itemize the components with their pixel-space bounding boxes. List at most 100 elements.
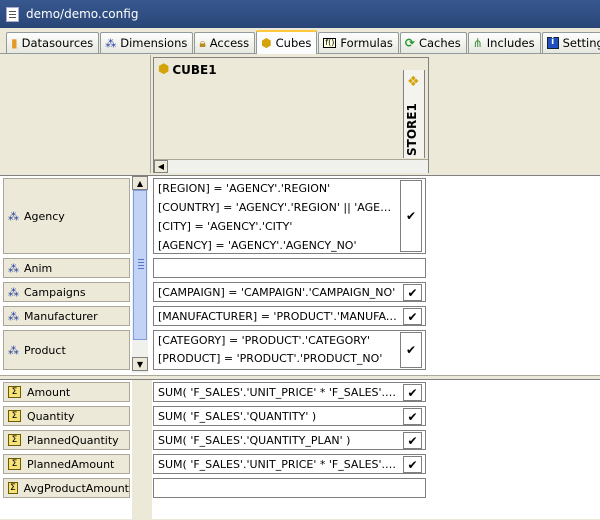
dimension-name: Agency [24, 209, 65, 223]
horizontal-scrollbar[interactable]: ◀ [154, 159, 428, 173]
formula-cell[interactable]: SUM( 'F_SALES'.'QUANTITY' ) ✔ [153, 406, 426, 426]
mapping-cell[interactable]: [MANUFACTURER] = 'PRODUCT'.'MANUFACTU...… [153, 306, 426, 326]
store-name: STORE1 [405, 103, 419, 156]
mapping-cell[interactable]: [CAMPAIGN] = 'CAMPAIGN'.'CAMPAIGN_NO' ✔ [153, 282, 426, 302]
mapping-line: [AGENCY] = 'AGENCY'.'AGENCY_NO' [158, 239, 357, 252]
formula-cell[interactable]: SUM( 'F_SALES'.'UNIT_PRICE' * 'F_SALES'.… [153, 454, 426, 474]
check-icon[interactable]: ✔ [403, 432, 422, 449]
tab-formulas[interactable]: f() Formulas [318, 32, 399, 53]
dimension-row[interactable]: ⁂ Manufacturer [3, 306, 130, 326]
dimensions-section: ⁂ Agency ⁂ Anim ⁂ Campaigns ⁂ Manufactur… [0, 175, 600, 375]
dimension-name: Manufacturer [24, 309, 98, 323]
mapping-line: [REGION] = 'AGENCY'.'REGION' [158, 182, 331, 195]
mapping-line: [CATEGORY] = 'PRODUCT'.'CATEGORY' [158, 334, 370, 347]
check-icon[interactable]: ✔ [403, 408, 422, 425]
formula-cell[interactable]: SUM( 'F_SALES'.'UNIT_PRICE' * 'F_SALES'.… [153, 382, 426, 402]
measures-section: Σ Amount Σ Quantity Σ PlannedQuantity Σ … [0, 379, 600, 520]
scroll-thumb[interactable] [133, 190, 147, 340]
sum-icon: Σ [8, 410, 21, 422]
cube-name: CUBE1 [172, 62, 217, 77]
tab-cubes[interactable]: ⬢ Cubes [256, 30, 318, 54]
formula-text: SUM( 'F_SALES'.'QUANTITY_PLAN' ) [158, 434, 351, 447]
empty-area [431, 55, 600, 173]
dimension-row[interactable]: ⁂ Product [3, 330, 130, 370]
dimension-icon: ⁂ [8, 309, 19, 323]
lock-icon: 🔒︎ [199, 36, 206, 50]
sum-icon: Σ [8, 458, 21, 470]
tab-label: Includes [486, 36, 535, 50]
tab-includes[interactable]: ⋔ Includes [467, 32, 541, 53]
dimension-name: Campaigns [24, 285, 86, 299]
mapping-cell[interactable]: [CATEGORY] = 'PRODUCT'.'CATEGORY' [PRODU… [153, 330, 426, 370]
dimension-name: Anim [24, 261, 53, 275]
window-title: demo/demo.config [26, 7, 139, 21]
header-corner [3, 55, 151, 173]
check-icon[interactable]: ✔ [400, 180, 422, 252]
mapping-line: [CITY] = 'AGENCY'.'CITY' [158, 220, 293, 233]
tab-label: Cubes [275, 36, 312, 50]
measure-name: AvgProductAmount [23, 481, 129, 495]
tab-settings[interactable]: iSettings [541, 32, 600, 53]
cube-panel: ⬢ CUBE1 ❖ STORE1 ◀ [153, 57, 429, 173]
tab-bar: ▮ Datasources ⁂ Dimensions 🔒︎ Access ⬢ Cubes… [0, 28, 600, 54]
window-titlebar: demo/demo.config [0, 0, 600, 28]
dimension-row[interactable]: ⁂ Agency [3, 178, 130, 254]
formula-icon: f() [323, 38, 337, 48]
tab-caches[interactable]: ⟳ Caches [399, 32, 467, 53]
info-icon: i [546, 37, 559, 49]
tab-label: Caches [418, 36, 461, 50]
check-icon[interactable]: ✔ [403, 456, 422, 473]
tab-dimensions[interactable]: ⁂ Dimensions [100, 32, 194, 53]
tab-label: Dimensions [120, 36, 188, 50]
measure-name: PlannedQuantity [27, 433, 119, 447]
mapping-line: [CAMPAIGN] = 'CAMPAIGN'.'CAMPAIGN_NO' [158, 286, 396, 299]
cache-icon: ⟳ [404, 36, 415, 50]
formula-cell-empty[interactable] [153, 478, 426, 498]
cube-icon: ⬢ [158, 62, 170, 77]
cube-icon: ⬢ [261, 36, 272, 50]
dimension-icon: ⁂ [8, 261, 19, 275]
tab-label: Datasources [21, 36, 94, 50]
tab-access[interactable]: 🔒︎ Access [194, 32, 256, 53]
includes-icon: ⋔ [472, 36, 483, 50]
formula-text: SUM( 'F_SALES'.'UNIT_PRICE' * 'F_SALES'.… [158, 386, 398, 399]
dimension-row[interactable]: ⁂ Anim [3, 258, 130, 278]
dimension-icon: ⁂ [105, 36, 117, 50]
dimension-name: Product [24, 343, 66, 357]
dimension-icon: ⁂ [8, 209, 19, 223]
dimension-row[interactable]: ⁂ Campaigns [3, 282, 130, 302]
scroll-left-icon[interactable]: ◀ [154, 160, 168, 173]
tab-label: Access [209, 36, 250, 50]
check-icon[interactable]: ✔ [403, 284, 422, 301]
cube-title: ⬢ CUBE1 [158, 62, 217, 77]
cube-editor: ⬢ CUBE1 ❖ STORE1 ◀ ⁂ Agency ⁂ Anim ⁂ Cam… [0, 55, 600, 520]
sum-icon: Σ [8, 482, 18, 494]
measures-gutter [132, 380, 152, 520]
measure-row[interactable]: Σ AvgProductAmount [3, 478, 130, 498]
tab-label: Formulas [340, 36, 393, 50]
scroll-up-icon[interactable]: ▲ [132, 176, 148, 190]
store-column-header[interactable]: ❖ STORE1 [403, 70, 425, 158]
measure-row[interactable]: Σ PlannedAmount [3, 454, 130, 474]
mapping-line: [COUNTRY] = 'AGENCY'.'REGION' || 'AGENCY… [158, 201, 398, 214]
sum-icon: Σ [8, 386, 21, 398]
scroll-down-icon[interactable]: ▼ [132, 357, 148, 371]
formula-text: SUM( 'F_SALES'.'UNIT_PRICE' * 'F_SALES'.… [158, 458, 398, 471]
mapping-cell-empty[interactable] [153, 258, 426, 278]
check-icon[interactable]: ✔ [403, 384, 422, 401]
measure-row[interactable]: Σ PlannedQuantity [3, 430, 130, 450]
formula-cell[interactable]: SUM( 'F_SALES'.'QUANTITY_PLAN' ) ✔ [153, 430, 426, 450]
tab-datasources[interactable]: ▮ Datasources [6, 32, 100, 53]
dimension-icon: ⁂ [8, 343, 19, 357]
check-icon[interactable]: ✔ [403, 308, 422, 325]
check-icon[interactable]: ✔ [400, 332, 422, 368]
database-icon: ▮ [11, 36, 18, 50]
vertical-scrollbar[interactable]: ▲ ▼ [132, 176, 148, 373]
measure-row[interactable]: Σ Amount [3, 382, 130, 402]
tab-label: Settings [562, 36, 600, 50]
mapping-line: [MANUFACTURER] = 'PRODUCT'.'MANUFACTU... [158, 310, 398, 323]
mapping-line: [PRODUCT] = 'PRODUCT'.'PRODUCT_NO' [158, 352, 383, 365]
mapping-cell[interactable]: [REGION] = 'AGENCY'.'REGION' [COUNTRY] =… [153, 178, 426, 254]
measure-row[interactable]: Σ Quantity [3, 406, 130, 426]
formula-text: SUM( 'F_SALES'.'QUANTITY' ) [158, 410, 317, 423]
